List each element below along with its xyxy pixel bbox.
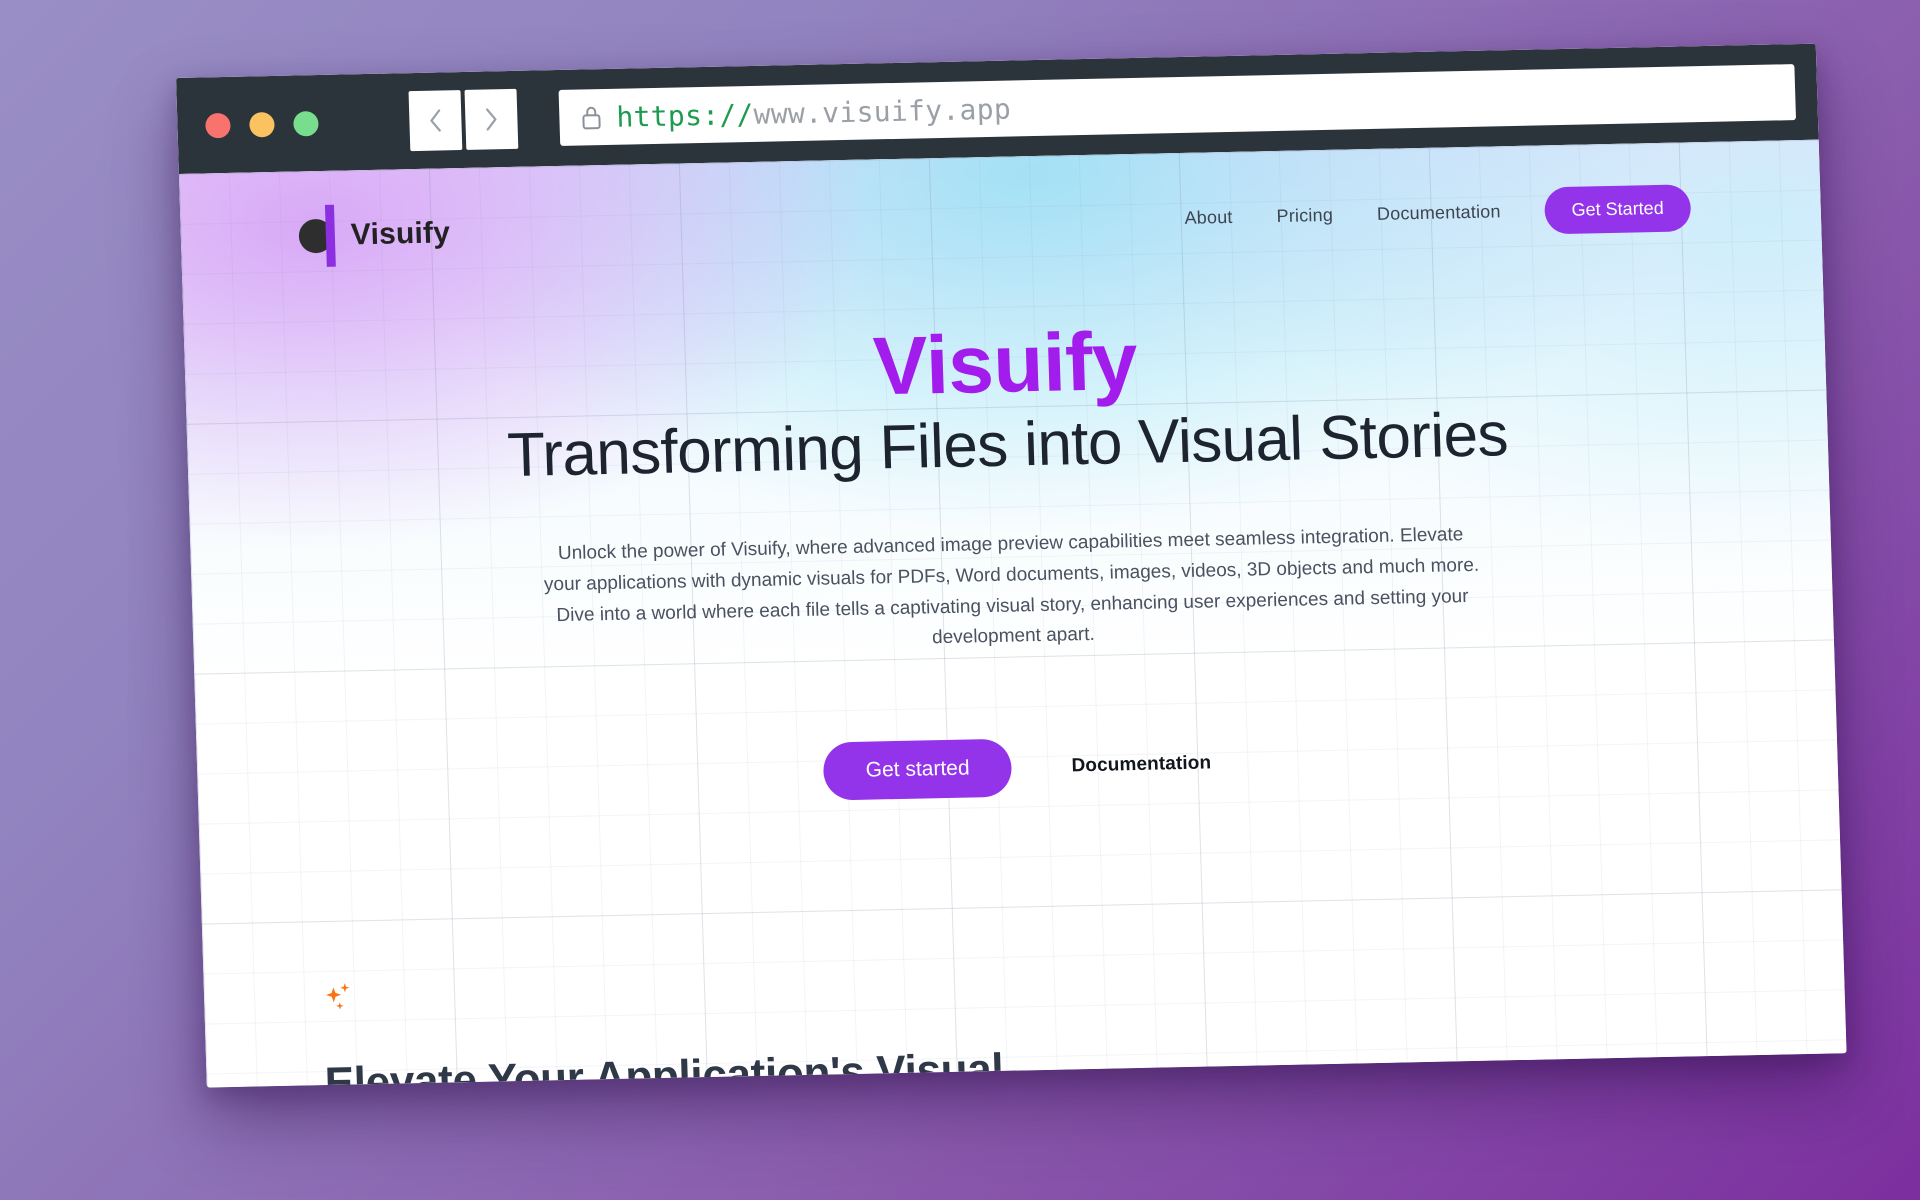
lock-icon [579,103,604,131]
close-window-button[interactable] [205,112,231,138]
chevron-left-icon [430,109,441,132]
url-host: www.visuify.app [753,92,1012,131]
sparkles-icon [326,983,350,1010]
features-title-lead: Elevate Your Application's Visual Experi… [324,1044,1005,1088]
logo-mark-icon [298,204,350,267]
site-nav: About Pricing Documentation Get Started [1184,183,1692,242]
hero-get-started-button[interactable]: Get started [822,738,1013,801]
browser-window: https://www.visuify.app Visuify About Pr… [176,43,1847,1088]
features-section: Elevate Your Application's Visual Experi… [198,779,1846,1088]
chevron-right-icon [486,108,497,131]
screenshot-stage: https://www.visuify.app Visuify About Pr… [0,0,1920,1200]
nav-get-started-button[interactable]: Get Started [1543,183,1692,234]
hero-description: Unlock the power of Visuify, where advan… [543,524,1480,649]
maximize-window-button[interactable] [293,110,319,137]
nav-item-pricing[interactable]: Pricing [1276,204,1333,226]
address-bar[interactable]: https://www.visuify.app [558,64,1797,146]
forward-button[interactable] [464,88,519,150]
url-scheme: https:// [615,97,755,134]
address-bar-url: https://www.visuify.app [616,92,1012,133]
logo-wordmark: Visuify [350,216,451,252]
features-title: Elevate Your Application's Visual Experi… [324,1043,1007,1088]
page-viewport: Visuify About Pricing Documentation Get … [178,139,1847,1088]
back-button[interactable] [408,90,463,152]
nav-item-documentation[interactable]: Documentation [1377,201,1501,225]
browser-nav-buttons [408,88,519,152]
traffic-lights [205,110,319,138]
site-logo[interactable]: Visuify [298,202,451,267]
hero-documentation-link[interactable]: Documentation [1071,753,1211,778]
nav-item-about[interactable]: About [1184,206,1233,228]
logo-bar-icon [324,204,336,267]
minimize-window-button[interactable] [249,111,275,137]
hero-section: Visuify Transforming Files into Visual S… [182,236,1838,814]
